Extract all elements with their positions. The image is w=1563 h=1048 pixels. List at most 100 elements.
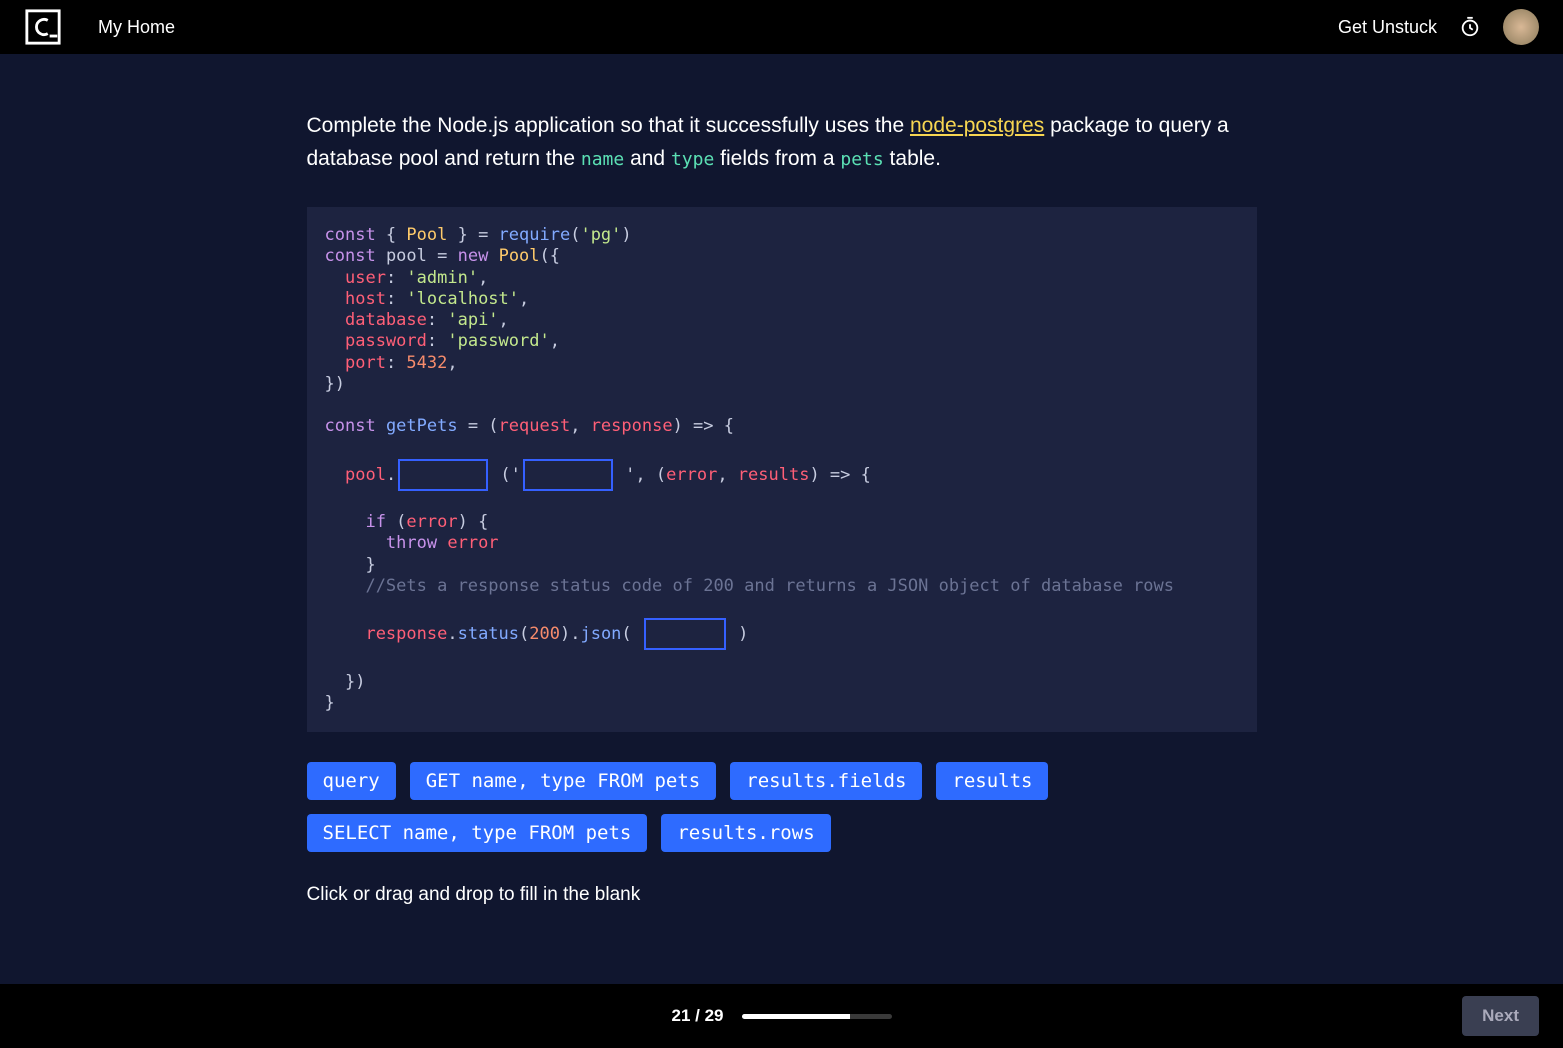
code-inline-pets: pets — [840, 149, 883, 170]
tok: error — [447, 533, 498, 553]
tok — [325, 268, 345, 288]
tok: 'admin' — [406, 268, 478, 288]
tok: user — [345, 268, 386, 288]
tok — [325, 331, 345, 351]
answer-options: query GET name, type FROM pets results.f… — [307, 762, 1257, 852]
footer-bar: 21 / 29 Next — [0, 984, 1563, 1048]
tok: { — [376, 225, 407, 245]
top-nav: My Home Get Unstuck — [0, 0, 1563, 54]
tok: const — [325, 246, 376, 266]
tok — [325, 310, 345, 330]
option-results-rows[interactable]: results.rows — [661, 814, 830, 852]
tok: ( — [621, 624, 631, 644]
tok: Pool — [499, 246, 540, 266]
tok: , — [550, 331, 560, 351]
tok: response — [591, 416, 673, 436]
timer-icon[interactable] — [1459, 16, 1481, 38]
progress-fill — [742, 1014, 850, 1019]
tok: , — [447, 353, 457, 373]
tok: : — [427, 331, 447, 351]
tok: response — [365, 624, 447, 644]
node-postgres-link[interactable]: node-postgres — [910, 114, 1044, 137]
tok: : — [386, 289, 406, 309]
tok: new — [458, 246, 489, 266]
blank-3[interactable] — [644, 618, 726, 650]
progress-label: 21 / 29 — [672, 1006, 724, 1026]
tok: ) => { — [809, 465, 870, 485]
tok: const — [325, 225, 376, 245]
prompt-text: fields from a — [714, 147, 840, 170]
get-unstuck-link[interactable]: Get Unstuck — [1338, 17, 1437, 38]
tok: } — [325, 693, 335, 713]
tok: 'api' — [447, 310, 498, 330]
tok — [325, 353, 345, 373]
tok: ( — [570, 225, 580, 245]
hint-text: Click or drag and drop to fill in the bl… — [307, 884, 1257, 906]
my-home-link[interactable]: My Home — [98, 17, 175, 38]
tok: if — [365, 512, 385, 532]
tok: ) => { — [673, 416, 734, 436]
tok — [325, 533, 386, 553]
tok: password — [345, 331, 427, 351]
tok: . — [447, 624, 457, 644]
tok: ) — [728, 624, 748, 644]
option-select[interactable]: SELECT name, type FROM pets — [307, 814, 648, 852]
tok: ). — [560, 624, 580, 644]
tok: host — [345, 289, 386, 309]
tok: pool — [386, 246, 427, 266]
tok: port — [345, 353, 386, 373]
tok: ( — [490, 465, 510, 485]
tok: require — [499, 225, 571, 245]
next-button[interactable]: Next — [1462, 996, 1539, 1036]
tok: : — [427, 310, 447, 330]
tok: , — [478, 268, 488, 288]
code-block: const { Pool } = require('pg') const poo… — [307, 207, 1257, 732]
tok: 'localhost' — [406, 289, 519, 309]
tok: 'pg' — [580, 225, 621, 245]
blank-1[interactable] — [398, 459, 488, 491]
tok: Pool — [406, 225, 447, 245]
tok: } — [325, 555, 376, 575]
avatar[interactable] — [1503, 9, 1539, 45]
tok: ) { — [458, 512, 489, 532]
prompt-text: Complete the Node.js application so that… — [307, 114, 910, 137]
tok: error — [406, 512, 457, 532]
tok — [325, 512, 366, 532]
tok: , — [499, 310, 509, 330]
tok: database — [345, 310, 427, 330]
logo-icon[interactable] — [24, 8, 62, 46]
tok: results — [738, 465, 810, 485]
prompt-text: and — [624, 147, 671, 170]
tok: : — [386, 353, 406, 373]
tok: : — [386, 268, 406, 288]
option-query[interactable]: query — [307, 762, 396, 800]
option-results-fields[interactable]: results.fields — [730, 762, 922, 800]
tok: 5432 — [406, 353, 447, 373]
tok: 200 — [529, 624, 560, 644]
main-content: Complete the Node.js application so that… — [307, 54, 1257, 906]
code-inline-name: name — [581, 149, 624, 170]
tok: , — [570, 416, 590, 436]
prompt-text: table. — [884, 147, 941, 170]
tok: , — [717, 465, 737, 485]
option-get[interactable]: GET name, type FROM pets — [410, 762, 717, 800]
tok: ( — [386, 512, 406, 532]
option-results[interactable]: results — [936, 762, 1048, 800]
tok: } = — [447, 225, 498, 245]
top-nav-left: My Home — [24, 8, 175, 46]
tok — [325, 465, 345, 485]
tok — [488, 246, 498, 266]
tok: ({ — [540, 246, 560, 266]
code-inline-type: type — [671, 149, 714, 170]
tok: . — [386, 465, 396, 485]
tok: getPets — [386, 416, 458, 436]
blank-2[interactable] — [523, 459, 613, 491]
tok: throw — [386, 533, 437, 553]
tok: ' — [615, 465, 635, 485]
tok: ) — [621, 225, 631, 245]
tok: request — [499, 416, 571, 436]
tok: const — [325, 416, 376, 436]
tok-comment: //Sets a response status code of 200 and… — [365, 576, 1174, 596]
tok — [376, 246, 386, 266]
top-nav-right: Get Unstuck — [1338, 9, 1539, 45]
